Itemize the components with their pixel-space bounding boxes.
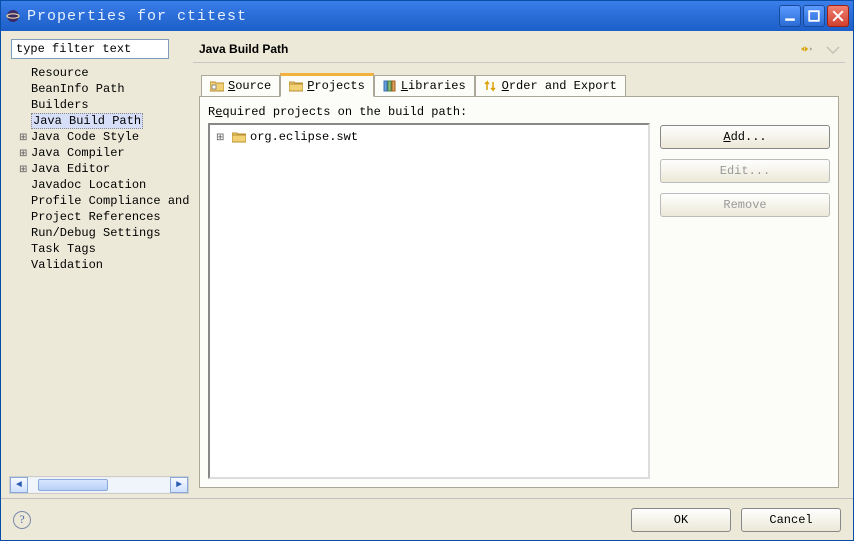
scroll-left-icon[interactable]: ◄	[10, 477, 28, 493]
filter-input[interactable]	[11, 39, 169, 59]
tab-label: Source	[228, 79, 271, 93]
projects-folder-icon	[289, 79, 303, 93]
add-button[interactable]: Add...	[660, 125, 830, 149]
nav-item-label: Resource	[31, 66, 89, 80]
nav-item-label: Java Editor	[31, 162, 110, 176]
tab-order-and-export[interactable]: Order and Export	[475, 75, 626, 97]
nav-item-label: Run/Debug Settings	[31, 226, 161, 240]
toolbar-menu-icon[interactable]	[825, 41, 841, 57]
tab-body: Required projects on the build path: ⊞ or…	[199, 96, 839, 488]
nav-item-java-build-path[interactable]: Java Build Path	[11, 113, 189, 129]
nav-item-java-editor[interactable]: Java Editor	[11, 161, 189, 177]
edit-button: Edit...	[660, 159, 830, 183]
page-title: Java Build Path	[199, 42, 799, 56]
nav-item-java-compiler[interactable]: Java Compiler	[11, 145, 189, 161]
nav-item-run-debug-settings[interactable]: Run/Debug Settings	[11, 225, 189, 241]
sidebar-scrollbar[interactable]: ◄ ►	[9, 476, 189, 494]
minimize-button[interactable]	[779, 5, 801, 27]
tab-label: Libraries	[401, 79, 466, 93]
tab-label: Order and Export	[502, 79, 617, 93]
maximize-button[interactable]	[803, 5, 825, 27]
remove-button: Remove	[660, 193, 830, 217]
project-label: org.eclipse.swt	[250, 130, 358, 144]
nav-item-label: Java Compiler	[31, 146, 125, 160]
right-pane: Java Build Path Source Projects Libraries O…	[193, 39, 845, 494]
expand-icon[interactable]: ⊞	[216, 132, 228, 143]
nav-item-project-references[interactable]: Project References	[11, 209, 189, 225]
nav-item-profile-compliance-and[interactable]: Profile Compliance and	[11, 193, 189, 209]
required-projects-list[interactable]: ⊞ org.eclipse.swt	[208, 123, 650, 479]
nav-item-label: Profile Compliance and	[31, 194, 189, 208]
tab-projects[interactable]: Projects	[280, 73, 374, 97]
help-icon[interactable]: ?	[13, 511, 31, 529]
nav-item-label: Java Code Style	[31, 130, 139, 144]
nav-item-label: Project References	[31, 210, 161, 224]
nav-item-label: Javadoc Location	[31, 178, 146, 192]
nav-item-label: Java Build Path	[31, 113, 143, 129]
nav-tree: Resource BeanInfo Path BuildersJava Build …	[9, 65, 189, 472]
project-item[interactable]: ⊞ org.eclipse.swt	[216, 129, 642, 145]
nav-item-label: Builders	[31, 98, 89, 112]
tab-label: Projects	[307, 79, 365, 93]
folder-icon	[232, 131, 246, 143]
nav-item-task-tags[interactable]: Task Tags	[11, 241, 189, 257]
ok-button[interactable]: OK	[631, 508, 731, 532]
scroll-track[interactable]	[28, 478, 170, 492]
nav-item-label: Task Tags	[31, 242, 96, 256]
nav-item-java-code-style[interactable]: Java Code Style	[11, 129, 189, 145]
nav-item-builders[interactable]: Builders	[11, 97, 189, 113]
nav-item-label: BeanInfo Path	[31, 82, 125, 96]
nav-item-label: Validation	[31, 258, 103, 272]
nav-item-beaninfo-path[interactable]: BeanInfo Path	[11, 81, 189, 97]
tab-libraries[interactable]: Libraries	[374, 75, 475, 97]
order-icon	[484, 79, 498, 93]
nav-item-validation[interactable]: Validation	[11, 257, 189, 273]
window-title: Properties for ctitest	[27, 8, 779, 25]
nav-item-javadoc-location[interactable]: Javadoc Location	[11, 177, 189, 193]
scroll-right-icon[interactable]: ►	[170, 477, 188, 493]
cancel-button[interactable]: Cancel	[741, 508, 841, 532]
tab-row: Source Projects Libraries Order and Export	[199, 73, 839, 97]
button-bar: ? OK Cancel	[1, 498, 853, 540]
source-folder-icon	[210, 79, 224, 93]
tab-source[interactable]: Source	[201, 75, 280, 97]
sidebar: Resource BeanInfo Path BuildersJava Build …	[9, 39, 189, 494]
scroll-thumb[interactable]	[38, 479, 108, 491]
eclipse-icon	[5, 8, 21, 24]
nav-item-resource[interactable]: Resource	[11, 65, 189, 81]
close-button[interactable]	[827, 5, 849, 27]
title-bar: Properties for ctitest	[1, 1, 853, 31]
library-icon	[383, 79, 397, 93]
back-forward-icon[interactable]	[799, 41, 815, 57]
required-projects-label: Required projects on the build path:	[208, 105, 830, 119]
